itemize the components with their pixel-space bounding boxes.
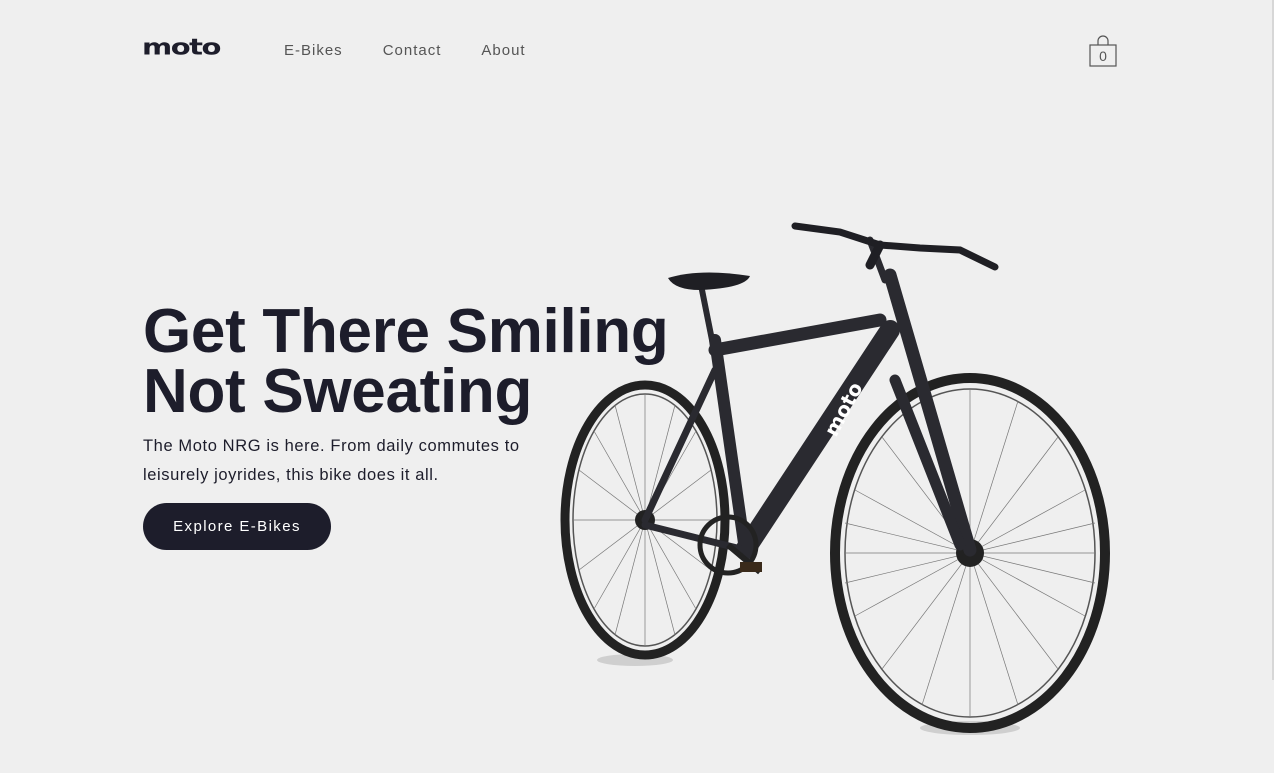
handlebar [791,222,999,271]
hero-subtitle: The Moto NRG is here. From daily commute… [143,437,520,484]
nav-item-contact[interactable]: Contact [383,42,442,60]
site-header: moto E-Bikes Contact About 0 [0,0,1274,100]
main-nav: E-Bikes Contact About [284,42,526,60]
cart-button[interactable]: 0 [1089,35,1117,67]
cart-count: 0 [1099,48,1107,64]
nav-item-about[interactable]: About [481,42,525,60]
bike-image: moto [560,222,1110,735]
nav-item-e-bikes[interactable]: E-Bikes [284,42,343,60]
brand-logo[interactable]: moto [142,34,221,59]
explore-e-bikes-button[interactable]: Explore E-Bikes [143,503,331,550]
pedal [740,562,762,572]
saddle [668,272,750,290]
